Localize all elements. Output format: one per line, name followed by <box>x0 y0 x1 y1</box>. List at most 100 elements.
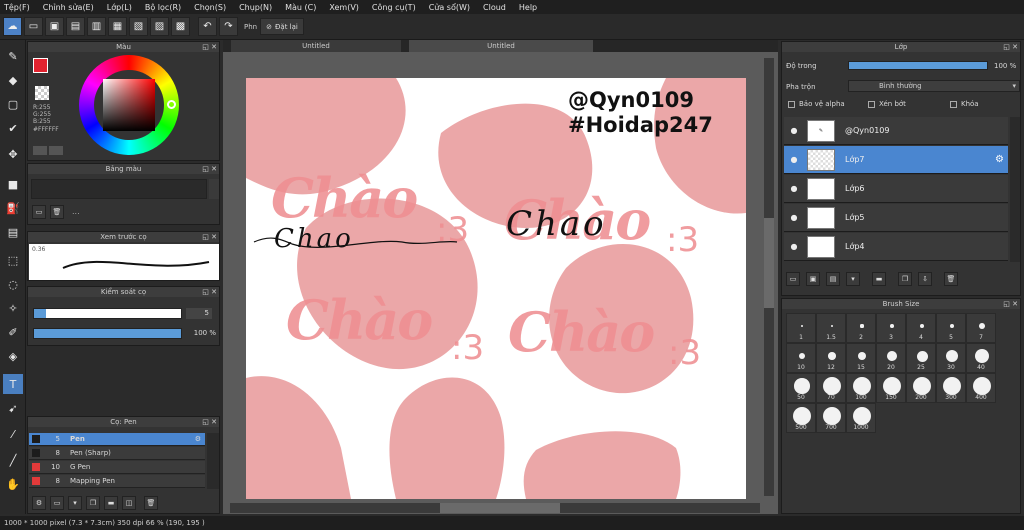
brush-item[interactable]: 8 Mapping Pen <box>29 475 205 488</box>
copy-brush-icon[interactable]: ◫ <box>122 496 136 510</box>
line-tool-icon[interactable]: ╱ <box>3 450 23 470</box>
color-mode-button-2[interactable] <box>49 146 63 155</box>
close-icon[interactable]: ◱ ✕ <box>202 417 217 427</box>
swatch-area[interactable] <box>31 179 207 199</box>
eye-icon[interactable]: ● <box>788 212 800 224</box>
brush-size-cell[interactable]: 4 <box>906 313 936 343</box>
menu-layer[interactable]: Lớp(L) <box>107 3 132 12</box>
color-wheel[interactable] <box>79 55 179 155</box>
brush-size-cell[interactable]: 50 <box>786 373 816 403</box>
layer-scrollbar[interactable] <box>1010 117 1020 262</box>
transparent-swatch[interactable] <box>35 86 49 100</box>
menu-help[interactable]: Help <box>519 3 537 12</box>
rect-select-icon[interactable]: ▢ <box>3 94 23 114</box>
undo-icon[interactable]: ↶ <box>198 17 217 36</box>
blend-mode-select[interactable]: Bình thường ▾ <box>848 80 1020 92</box>
delete-brush-icon[interactable]: 🗑 <box>144 496 158 510</box>
brush-size-cell[interactable]: 400 <box>966 373 996 403</box>
brush-size-cell[interactable]: 100 <box>846 373 876 403</box>
close-icon[interactable]: ◱ ✕ <box>202 164 217 174</box>
frame-icon[interactable]: ▧ <box>129 17 148 36</box>
delete-layer-icon[interactable]: 🗑 <box>944 272 958 286</box>
brush-size-cell[interactable]: 7 <box>966 313 996 343</box>
reset-button[interactable]: ⊘ Đặt lại <box>260 18 304 35</box>
menu-view[interactable]: Xem(V) <box>329 3 359 12</box>
brush-menu-icon[interactable]: ▾ <box>68 496 82 510</box>
duplicate-brush-icon[interactable]: ❐ <box>86 496 100 510</box>
gradient-tool-icon[interactable]: ▤ <box>3 222 23 242</box>
add-swatch-icon[interactable]: ▭ <box>32 205 46 219</box>
menu-filter[interactable]: Bộ lọc(R) <box>145 3 181 12</box>
delete-swatch-icon[interactable]: 🗑 <box>50 205 64 219</box>
menu-cloud[interactable]: Cloud <box>483 3 506 12</box>
horizontal-scrollbar[interactable] <box>230 503 760 513</box>
brush-size-cell[interactable]: 1 <box>786 313 816 343</box>
tab-untitled-1[interactable]: Untitled <box>231 40 401 52</box>
save-icon[interactable]: ▣ <box>45 17 64 36</box>
snap-icon[interactable]: ▨ <box>150 17 169 36</box>
new-layer-1bit-icon[interactable]: ▤ <box>826 272 840 286</box>
brush-settings-icon[interactable]: ⚙ <box>32 496 46 510</box>
eye-icon[interactable]: ● <box>788 154 800 166</box>
gear-icon[interactable]: ⚙ <box>195 435 201 443</box>
drawing-canvas[interactable]: @Qyn0109 #Hoidap247 Chào :3 Chào :3 Chào… <box>246 78 746 499</box>
eraser-tool-icon[interactable]: ◆ <box>3 70 23 90</box>
close-icon[interactable]: ◱ ✕ <box>202 287 217 297</box>
close-icon[interactable]: ◱ ✕ <box>202 42 217 52</box>
close-icon[interactable]: ◱ ✕ <box>1003 299 1018 309</box>
eye-icon[interactable]: ● <box>788 125 800 137</box>
foreground-color-swatch[interactable] <box>33 58 48 73</box>
add-layer-menu-icon[interactable]: ▾ <box>846 272 860 286</box>
tab-untitled-2[interactable]: Untitled <box>409 40 593 52</box>
new-layer-8bit-icon[interactable]: ▣ <box>806 272 820 286</box>
brush-size-cell[interactable]: 1.5 <box>816 313 846 343</box>
layer-opacity-slider[interactable] <box>848 61 988 70</box>
color-square[interactable] <box>103 79 155 131</box>
menu-window[interactable]: Cửa sổ(W) <box>429 3 470 12</box>
layer-row[interactable]: ● ✎ @Qyn0109 <box>784 117 1008 145</box>
brush-item[interactable]: 10 G Pen <box>29 461 205 474</box>
wand-tool-icon[interactable]: ✧ <box>3 298 23 318</box>
redo-icon[interactable]: ↷ <box>219 17 238 36</box>
brush-size-cell[interactable]: 2 <box>846 313 876 343</box>
close-icon[interactable]: ◱ ✕ <box>1003 42 1018 52</box>
duplicate-layer-icon[interactable]: ❐ <box>898 272 912 286</box>
check-icon[interactable]: ✔ <box>3 118 23 138</box>
brush-size-cell[interactable]: 70 <box>816 373 846 403</box>
text-tool-icon[interactable]: T <box>3 374 23 394</box>
brush-size-cell[interactable]: 300 <box>936 373 966 403</box>
layer-row[interactable]: ● Lớp7 ⚙ <box>784 146 1008 174</box>
cloud-icon[interactable]: ☁ <box>3 17 22 36</box>
menu-file[interactable]: Tệp(F) <box>4 3 30 12</box>
move-tool-icon[interactable]: ✥ <box>3 144 23 164</box>
close-icon[interactable]: ◱ ✕ <box>202 232 217 242</box>
new-layer-icon[interactable]: ▭ <box>786 272 800 286</box>
pen-tool-icon[interactable]: ✎ <box>3 46 23 66</box>
operation-tool-icon[interactable]: ➹ <box>3 398 23 418</box>
select-tool-icon[interactable]: ⬚ <box>3 250 23 270</box>
eyedropper-tool-icon[interactable]: ⁄ <box>3 424 23 444</box>
brush-size-cell[interactable]: 40 <box>966 343 996 373</box>
brush-size-cell[interactable]: 15 <box>846 343 876 373</box>
brush-opacity-slider[interactable] <box>33 328 182 339</box>
select-eraser-icon[interactable]: ◈ <box>3 346 23 366</box>
brush-size-cell[interactable]: 12 <box>816 343 846 373</box>
menu-tools[interactable]: Công cụ(T) <box>372 3 416 12</box>
hue-handle[interactable] <box>167 100 176 109</box>
layer-row[interactable]: ● Lớp4 <box>784 233 1008 261</box>
brush-size-cell[interactable]: 200 <box>906 373 936 403</box>
brush-size-cell[interactable]: 20 <box>876 343 906 373</box>
brush-size-value[interactable]: 5 <box>186 308 212 319</box>
brush-size-slider[interactable] <box>33 308 182 319</box>
eye-icon[interactable]: ● <box>788 183 800 195</box>
brush-item[interactable]: 8 Pen (Sharp) <box>29 447 205 460</box>
gear-icon[interactable]: ⚙ <box>995 154 1004 165</box>
brush-size-cell[interactable]: 700 <box>816 403 846 433</box>
menu-edit[interactable]: Chỉnh sửa(E) <box>43 3 94 12</box>
brush-item[interactable]: 5 Pen ⚙ <box>29 433 205 446</box>
brush-size-cell[interactable]: 1000 <box>846 403 876 433</box>
folder-icon[interactable]: ▬ <box>872 272 886 286</box>
color-mode-button[interactable] <box>33 146 47 155</box>
brush-size-cell[interactable]: 150 <box>876 373 906 403</box>
merge-layer-icon[interactable]: ⇩ <box>918 272 932 286</box>
